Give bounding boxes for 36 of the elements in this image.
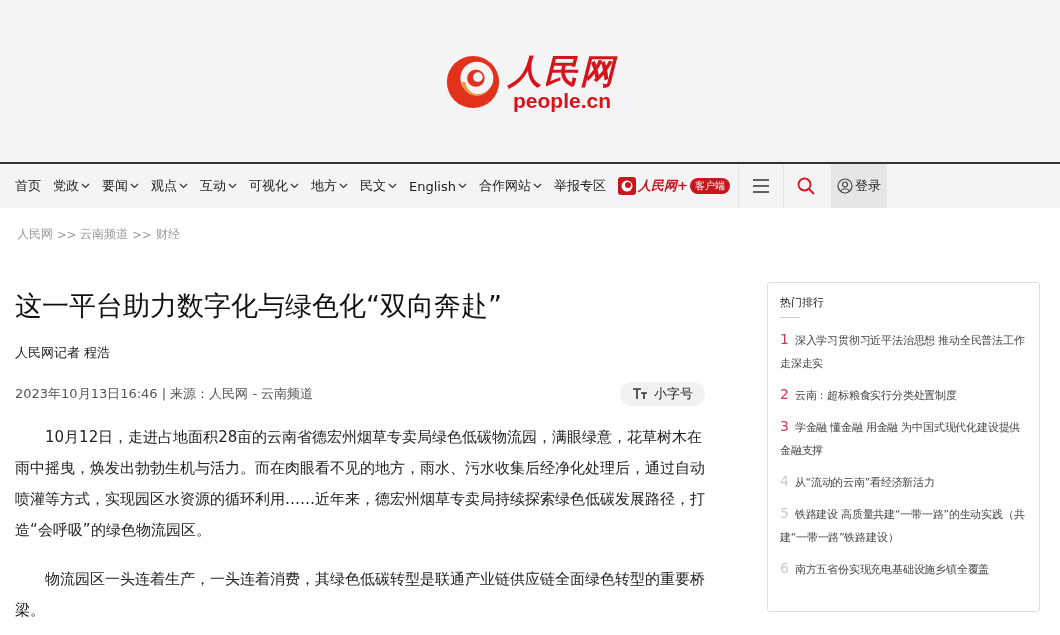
- nav-link[interactable]: 民文: [360, 164, 397, 208]
- menu-icon: [750, 176, 771, 196]
- nav-link[interactable]: 党政: [53, 164, 90, 208]
- article-paragraph: 物流园区一头连着生产，一头连着消费，其绿色低碳转型是联通产业链供应链全面绿色转型的重要桥梁。: [15, 569, 705, 621]
- article-title: 这一平台助力数字化与绿色化“双向奔赴”: [15, 289, 503, 323]
- rank-number: 3: [780, 418, 789, 434]
- nav-link[interactable]: English: [409, 164, 467, 208]
- nav-link[interactable]: 要闻: [102, 164, 139, 208]
- nav-link[interactable]: 首页: [15, 164, 41, 208]
- article-author: 人民网记者 程浩: [15, 344, 112, 362]
- user-icon: [836, 178, 853, 194]
- breadcrumb-separator: >>: [57, 227, 77, 242]
- article-meta: 2023年10月13日16:46 | 来源：人民网 - 云南频道: [15, 385, 314, 403]
- logo-domain: people.cn: [513, 90, 611, 112]
- nav-link[interactable]: 互动: [200, 164, 237, 208]
- hot-list-item[interactable]: 2 云南：超标粮食实行分类处置制度: [780, 383, 1029, 407]
- breadcrumb-separator: >>: [132, 227, 152, 242]
- logo-name: 人民网: [508, 52, 616, 90]
- nav-link[interactable]: 可视化: [249, 164, 299, 208]
- nav-link[interactable]: 地方: [311, 164, 348, 208]
- app-logo-icon: [617, 177, 636, 195]
- hot-list-item[interactable]: 3 学金融 懂金融 用金融 为中国式现代化建设提供金融支撑: [780, 415, 1029, 462]
- hot-list-title: 热门排行: [780, 295, 825, 311]
- search-icon: [795, 176, 816, 196]
- rank-number: 1: [780, 331, 789, 347]
- login-button[interactable]: 登录: [830, 164, 887, 208]
- font-size-icon: [632, 388, 648, 400]
- nav-link[interactable]: 观点: [151, 164, 188, 208]
- font-size-button[interactable]: 小字号: [620, 382, 705, 406]
- hot-list-item[interactable]: 1 深入学习贯彻习近平法治思想 推动全民普法工作走深走实: [780, 328, 1029, 375]
- nav-link[interactable]: 合作网站: [478, 164, 542, 208]
- rank-number: 2: [780, 386, 789, 402]
- logo-icon: [444, 53, 502, 111]
- nav-link[interactable]: 举报专区: [553, 164, 606, 208]
- app-link[interactable]: 人民网+ 客户端: [617, 164, 730, 208]
- article-paragraph: 10月12日，走进占地面积28亩的云南省德宏州烟草专卖局绿色低碳物流园，满眼绿意，花草树木在雨中摇曳，焕发出勃勃生机与活力。而在肉眼看不见的地方，雨水、污水收集后经净化处理后，通过自动喷灌等方式，实现园区水资源的循环利用……近年来，德宏州烟草专卖局持续探索绿色低碳发展路径，打造“会呼吸”的绿色物流园区。: [15, 427, 705, 541]
